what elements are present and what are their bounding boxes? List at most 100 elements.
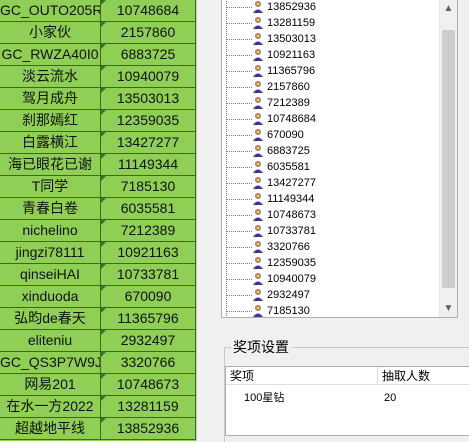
name-cell[interactable]: 青春白卷 [0, 198, 101, 219]
tree-item[interactable]: 2932497 [222, 287, 442, 303]
cell-comment-marker [101, 418, 106, 423]
name-cell[interactable]: 在水一方2022 [0, 396, 101, 417]
tree-item[interactable]: 6035581 [222, 159, 442, 175]
name-cell[interactable]: 驾月成舟 [0, 88, 101, 109]
tree-item[interactable]: 13427277 [222, 175, 442, 191]
id-cell[interactable]: 3320766 [101, 352, 196, 373]
table-row[interactable]: eliteniu 2932497 [0, 330, 196, 352]
id-cell[interactable]: 7185130 [101, 176, 196, 197]
tree-item[interactable]: 10921163 [222, 47, 442, 63]
table-row[interactable]: qinseiHAI 10733781 [0, 264, 196, 286]
name-cell[interactable]: 刹那嫣红 [0, 110, 101, 131]
name-cell[interactable]: qinseiHAI [0, 264, 101, 285]
name-cell[interactable]: 弘昀de春天 [0, 308, 101, 329]
tree-branch-line [226, 295, 252, 296]
cell-comment-marker [101, 0, 106, 5]
tree-item[interactable]: 10733781 [222, 223, 442, 239]
col-header-prize[interactable]: 奖项 [226, 367, 378, 385]
id-cell[interactable]: 11149344 [101, 154, 196, 175]
id-cell[interactable]: 2932497 [101, 330, 196, 351]
name-cell[interactable]: 白露横江 [0, 132, 101, 153]
table-row[interactable]: nichelino 7212389 [0, 220, 196, 242]
tree-item[interactable]: 13281159 [222, 15, 442, 31]
table-row[interactable]: T同学 7185130 [0, 176, 196, 198]
table-row[interactable]: jingzi78111 10921163 [0, 242, 196, 264]
tree-item[interactable]: 13852936 [222, 0, 442, 15]
tree-item[interactable]: 11365796 [222, 63, 442, 79]
name-cell[interactable]: GC_OUTO205R [0, 0, 101, 21]
tree-item[interactable]: 3320766 [222, 239, 442, 255]
id-cell[interactable]: 12359035 [101, 110, 196, 131]
user-icon [253, 33, 263, 45]
scrollbar-thumb[interactable] [442, 30, 455, 288]
name-cell[interactable]: 超越地平线 [0, 418, 101, 439]
id-cell[interactable]: 10748673 [101, 374, 196, 395]
table-row[interactable]: 白露横江 13427277 [0, 132, 196, 154]
table-row[interactable]: 弘昀de春天 11365796 [0, 308, 196, 330]
count-cell[interactable]: 20 [384, 389, 396, 407]
table-row[interactable]: GC_OUTO205R 10748684 [0, 0, 196, 22]
table-row[interactable]: GC_RWZA40I0 6883725 [0, 44, 196, 66]
id-cell[interactable]: 13852936 [101, 418, 196, 439]
id-cell[interactable]: 6883725 [101, 44, 196, 65]
name-cell[interactable]: eliteniu [0, 330, 101, 351]
id-cell[interactable]: 10748684 [101, 0, 196, 21]
id-cell[interactable]: 11365796 [101, 308, 196, 329]
table-row[interactable]: GC_QS3P7W9J 3320766 [0, 352, 196, 374]
table-row[interactable]: 网易201 10748673 [0, 374, 196, 396]
scroll-up-button[interactable]: ▲ [440, 0, 457, 17]
tree-item[interactable]: 11149344 [222, 191, 442, 207]
tree-item-label: 6883725 [267, 145, 310, 157]
name-cell[interactable]: GC_QS3P7W9J [0, 352, 101, 373]
name-cell[interactable]: jingzi78111 [0, 242, 101, 263]
tree-item[interactable]: 10940079 [222, 271, 442, 287]
name-cell[interactable]: 海已眼花已谢 [0, 154, 101, 175]
tree-item-label: 10921163 [267, 49, 316, 61]
table-row[interactable]: xinduoda 670090 [0, 286, 196, 308]
table-row[interactable]: 海已眼花已谢 11149344 [0, 154, 196, 176]
id-cell[interactable]: 2157860 [101, 22, 196, 43]
name-cell[interactable]: GC_RWZA40I0 [0, 44, 101, 65]
id-cell[interactable]: 6035581 [101, 198, 196, 219]
user-icon [253, 273, 263, 285]
name-cell[interactable]: 小家伙 [0, 22, 101, 43]
participant-tree[interactable]: ▲ ▼ 13852936 13281159 13503013 10921163 1136… [221, 0, 458, 318]
tree-item[interactable]: 12359035 [222, 255, 442, 271]
id-cell[interactable]: 13503013 [101, 88, 196, 109]
name-cell[interactable]: xinduoda [0, 286, 101, 307]
tree-item[interactable]: 7212389 [222, 95, 442, 111]
table-row[interactable]: 超越地平线 13852936 [0, 418, 196, 440]
id-cell[interactable]: 13281159 [101, 396, 196, 417]
spreadsheet: GC_OUTO205R 10748684 小家伙 2157860 GC_RWZA40I0… [0, 0, 196, 441]
scroll-down-button[interactable]: ▼ [440, 300, 457, 317]
table-row[interactable]: 驾月成舟 13503013 [0, 88, 196, 110]
id-cell[interactable]: 10921163 [101, 242, 196, 263]
id-cell[interactable]: 10940079 [101, 66, 196, 87]
tree-item[interactable]: 10748684 [222, 111, 442, 127]
table-row[interactable]: 在水一方2022 13281159 [0, 396, 196, 418]
name-cell[interactable]: 网易201 [0, 374, 101, 395]
tree-item[interactable]: 670090 [222, 127, 442, 143]
name-cell[interactable]: T同学 [0, 176, 101, 197]
table-row[interactable]: 青春白卷 6035581 [0, 198, 196, 220]
table-row[interactable]: 刹那嫣红 12359035 [0, 110, 196, 132]
id-cell[interactable]: 7212389 [101, 220, 196, 241]
tree-branch-line [226, 23, 252, 24]
tree-item[interactable]: 13503013 [222, 31, 442, 47]
id-cell[interactable]: 670090 [101, 286, 196, 307]
tree-branch-line [226, 135, 252, 136]
tree-branch-line [226, 151, 252, 152]
tree-item[interactable]: 10748673 [222, 207, 442, 223]
id-cell[interactable]: 13427277 [101, 132, 196, 153]
tree-item[interactable]: 2157860 [222, 79, 442, 95]
tree-item[interactable]: 7185130 [222, 303, 442, 317]
tree-item[interactable]: 6883725 [222, 143, 442, 159]
name-cell[interactable]: nichelino [0, 220, 101, 241]
id-cell[interactable]: 10733781 [101, 264, 196, 285]
table-row[interactable]: 淡云流水 10940079 [0, 66, 196, 88]
prize-cell[interactable]: 100星钻 [244, 389, 284, 407]
prize-table[interactable]: 奖项 抽取人数 100星钻 20 [225, 366, 469, 436]
table-row[interactable]: 小家伙 2157860 [0, 22, 196, 44]
col-header-count[interactable]: 抽取人数 [378, 367, 469, 385]
name-cell[interactable]: 淡云流水 [0, 66, 101, 87]
